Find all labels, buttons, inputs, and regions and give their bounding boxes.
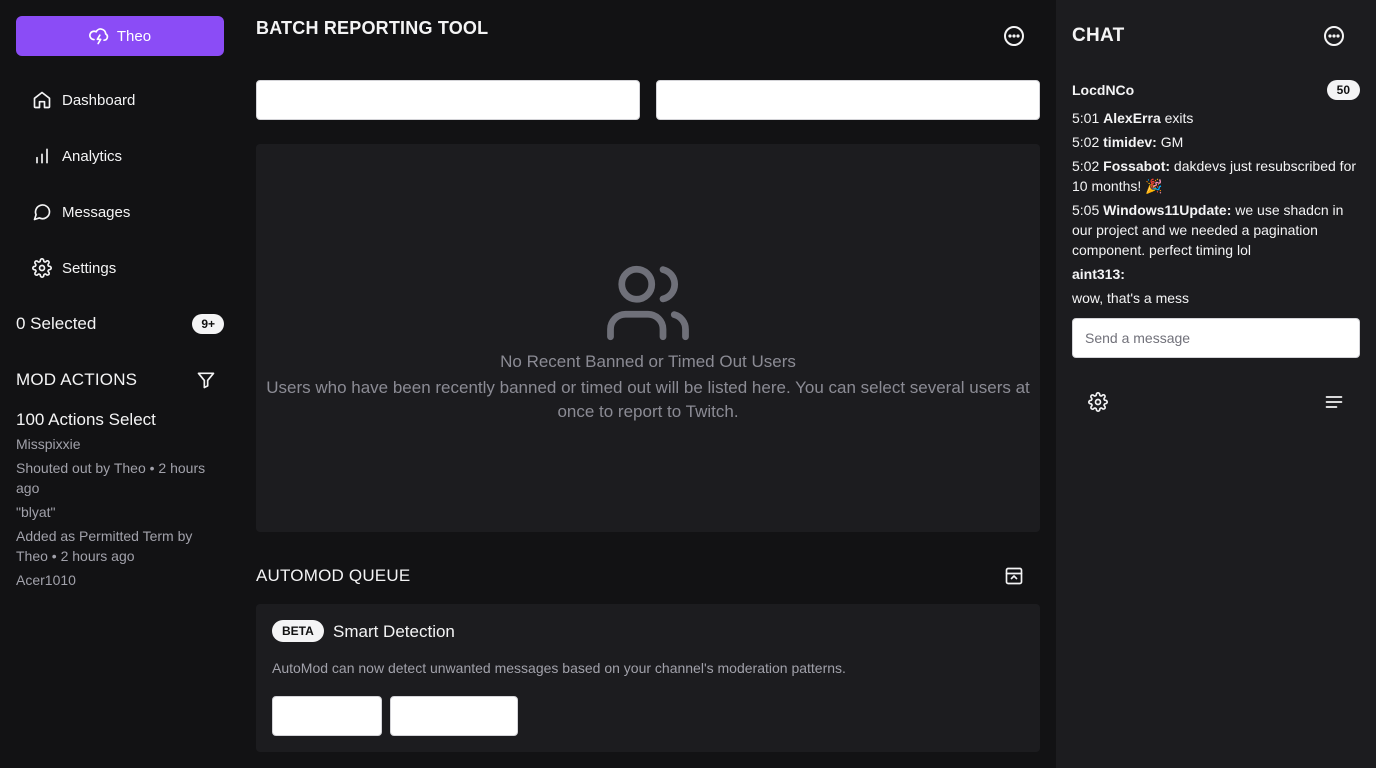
message-user[interactable]: timidev: xyxy=(1103,134,1157,150)
chat-message: 5:02 timidev: GM xyxy=(1072,132,1362,152)
selected-count-label: 0 Selected xyxy=(16,314,97,333)
chat-message-input[interactable] xyxy=(1072,318,1360,358)
sidebar-item-label: Settings xyxy=(62,259,117,277)
report-input-right[interactable] xyxy=(656,80,1040,120)
chat-title: CHAT xyxy=(1072,25,1125,46)
mod-actions-heading: MOD ACTIONS xyxy=(16,370,138,389)
main-panel: BATCH REPORTING TOOL No Recent Banned or… xyxy=(256,0,1040,768)
user-button-label: Theo xyxy=(116,27,152,45)
sidebar-item-settings[interactable]: Settings xyxy=(16,240,224,296)
smart-detection-secondary-button[interactable] xyxy=(390,696,518,736)
more-options-icon[interactable] xyxy=(1002,24,1026,48)
users-icon xyxy=(607,265,689,341)
chat-count-badge: 50 xyxy=(1326,80,1360,100)
sidebar-item-analytics[interactable]: Analytics xyxy=(16,128,224,184)
chat-list-icon[interactable] xyxy=(1324,392,1344,412)
message-time: 5:05 xyxy=(1072,202,1100,218)
mod-actions-title[interactable]: 100 Actions Select xyxy=(16,408,224,432)
message-text: GM xyxy=(1160,134,1184,150)
automod-heading: AUTOMOD QUEUE xyxy=(256,566,411,585)
message-time: 5:01 xyxy=(1072,110,1100,126)
automod-header: AUTOMOD QUEUE xyxy=(256,564,1040,588)
smart-detection-primary-button[interactable] xyxy=(272,696,382,736)
chat-message: 5:01 AlexErra exits xyxy=(1072,108,1362,128)
empty-state-description: Users who have been recently banned or t… xyxy=(266,378,1030,421)
smart-detection-title: Smart Detection xyxy=(333,622,455,641)
mod-actions-header: MOD ACTIONS xyxy=(16,366,224,394)
list-item: Misspixxie xyxy=(16,436,81,452)
sidebar-item-label: Messages xyxy=(62,203,131,221)
message-circle-icon xyxy=(33,204,51,221)
sidebar-item-dashboard[interactable]: Dashboard xyxy=(16,72,224,128)
archive-icon[interactable] xyxy=(1004,566,1024,586)
sidebar-nav: Dashboard Analytics Messages Settings xyxy=(16,72,224,296)
list-item: Added as Permitted Term by Theo • 2 hour… xyxy=(16,528,193,564)
filter-icon[interactable] xyxy=(196,370,216,390)
message-time: 5:02 xyxy=(1072,158,1100,174)
sidebar-item-label: Analytics xyxy=(62,147,123,165)
sidebar-item-messages[interactable]: Messages xyxy=(16,184,224,240)
chat-messages: 5:01 AlexErra exits 5:02 timidev: GM 5:0… xyxy=(1072,108,1362,312)
selected-badge: 9+ xyxy=(192,314,224,334)
banned-users-panel: No Recent Banned or Timed Out Users User… xyxy=(256,144,1040,532)
beta-badge: BETA xyxy=(272,620,324,642)
message-user[interactable]: Windows11Update: xyxy=(1103,202,1231,218)
list-item: "blyat" xyxy=(16,504,56,520)
chat-message: 5:02 Fossabot: dakdevs just resubscribed… xyxy=(1072,156,1362,196)
list-item: Acer1010 xyxy=(16,572,76,588)
user-button[interactable]: Theo xyxy=(16,16,224,56)
bar-chart-icon xyxy=(36,148,48,164)
report-input-left[interactable] xyxy=(256,80,640,120)
message-text: exits xyxy=(1164,110,1194,126)
smart-detection-description: AutoMod can now detect unwanted messages… xyxy=(272,660,846,676)
message-text: wow, that's a mess xyxy=(1072,290,1190,306)
home-icon xyxy=(33,91,51,109)
left-sidebar: Theo Dashboard Analytics Messages Settin… xyxy=(0,0,240,768)
empty-state-title: No Recent Banned or Timed Out Users xyxy=(500,352,796,371)
chat-channel-user: LocdNCo xyxy=(1072,82,1135,98)
smart-detection-card: BETA Smart Detection AutoMod can now det… xyxy=(256,604,1040,752)
chat-message: aint313: xyxy=(1072,264,1362,284)
message-time: 5:02 xyxy=(1072,134,1100,150)
sidebar-item-label: Dashboard xyxy=(62,91,136,109)
chat-message: wow, that's a mess xyxy=(1072,288,1362,308)
cloud-lightning-icon xyxy=(88,28,109,45)
chat-settings-gear-icon[interactable] xyxy=(1088,392,1108,412)
message-user[interactable]: AlexErra xyxy=(1103,110,1161,126)
selected-count-row: 0 Selected 9+ xyxy=(16,312,224,336)
page-title: BATCH REPORTING TOOL xyxy=(256,18,489,38)
message-user[interactable]: Fossabot: xyxy=(1103,158,1170,174)
chat-more-options-icon[interactable] xyxy=(1322,24,1346,48)
chat-message: 5:05 Windows11Update: we use shadcn in o… xyxy=(1072,200,1362,260)
message-user[interactable]: aint313: xyxy=(1072,266,1125,282)
mod-actions-list: 100 Actions Select Misspixxie Shouted ou… xyxy=(16,408,224,594)
list-item: Shouted out by Theo • 2 hours ago xyxy=(16,460,206,496)
chat-panel: CHAT LocdNCo 50 5:01 AlexErra exits 5:02… xyxy=(1056,0,1376,768)
gear-icon xyxy=(32,258,52,278)
